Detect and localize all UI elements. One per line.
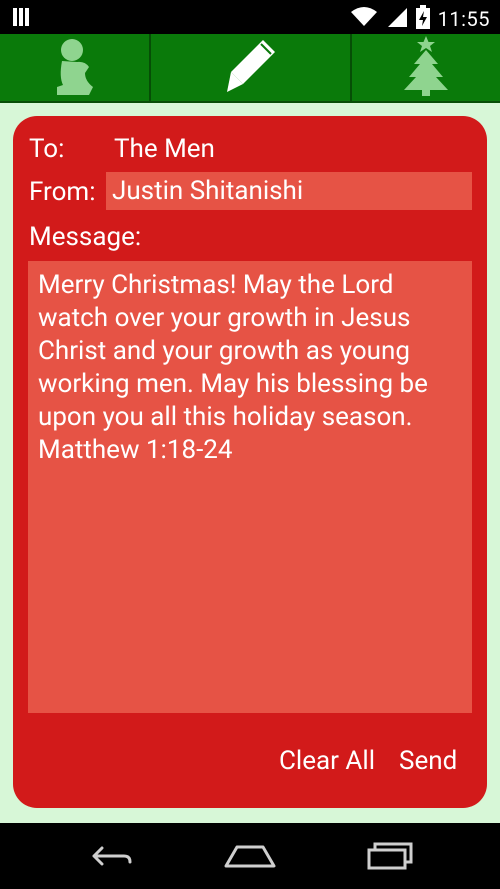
tab-compose[interactable]: [150, 34, 351, 101]
navigation-bar: [0, 823, 500, 889]
to-value: The Men: [114, 134, 215, 164]
pencil-icon: [225, 38, 277, 98]
from-label: From:: [29, 177, 96, 207]
tab-christmas[interactable]: [351, 34, 500, 101]
tab-recipient[interactable]: [0, 34, 150, 101]
message-field[interactable]: Merry Christmas! May the Lord watch over…: [28, 261, 472, 713]
send-button[interactable]: Send: [399, 746, 457, 776]
back-icon[interactable]: [82, 839, 138, 873]
sim-card-icon: [12, 7, 34, 27]
signal-icon: [386, 6, 408, 32]
message-label: Message:: [29, 222, 142, 252]
to-label: To:: [29, 134, 65, 164]
tab-bar: [0, 34, 500, 103]
wifi-icon: [350, 6, 378, 32]
message-card: To: The Men From: Justin Shitanishi Mess…: [13, 116, 487, 808]
status-bar: 11:55: [0, 0, 500, 34]
home-icon[interactable]: [222, 839, 278, 873]
christmas-tree-icon: [402, 35, 450, 100]
from-field[interactable]: Justin Shitanishi: [106, 172, 472, 210]
clear-all-button[interactable]: Clear All: [279, 746, 375, 776]
battery-charging-icon: [415, 5, 430, 33]
praying-child-icon: [55, 37, 95, 99]
recent-apps-icon[interactable]: [362, 839, 418, 873]
clock: 11:55: [437, 7, 490, 31]
